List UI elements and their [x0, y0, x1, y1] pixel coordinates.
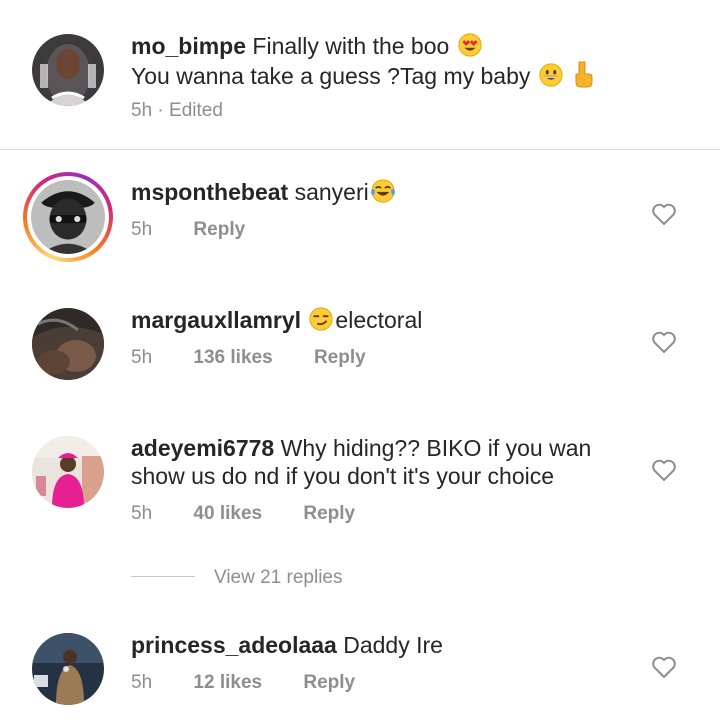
- comment-username[interactable]: msponthebeat: [131, 179, 288, 205]
- comment-time: 5h: [131, 347, 153, 368]
- caption-meta: 5h · Edited: [131, 100, 223, 122]
- avatar-image: [32, 34, 104, 106]
- caption-divider: [0, 149, 720, 150]
- like-heart-icon[interactable]: [651, 655, 677, 679]
- comment-time: 5h: [131, 219, 153, 240]
- avatar-image: [32, 436, 104, 508]
- caption-time: 5h: [131, 100, 153, 121]
- reply-button[interactable]: Reply: [303, 672, 355, 693]
- reply-button[interactable]: Reply: [303, 503, 355, 524]
- comment-meta: 5h 136 likes Reply: [131, 347, 366, 369]
- view-replies-button[interactable]: View 21 replies: [214, 567, 343, 589]
- caption-line-2: You wanna take a guess ?Tag my baby: [131, 60, 595, 94]
- like-heart-icon[interactable]: [651, 330, 677, 354]
- comment-text: Why hiding?? BIKO if you wan: [280, 435, 592, 461]
- comment-meta: 5h 40 likes Reply: [131, 503, 355, 525]
- pointing-down-emoji-icon: [571, 60, 595, 94]
- avatar-image: [32, 308, 104, 380]
- reply-button[interactable]: Reply: [314, 347, 366, 368]
- comment-username[interactable]: princess_adeolaaa: [131, 632, 337, 658]
- comment-meta: 5h Reply: [131, 219, 245, 241]
- comment-meta: 5h 12 likes Reply: [131, 672, 355, 694]
- likes-count[interactable]: 136 likes: [193, 347, 272, 368]
- view-replies-line: [131, 576, 195, 577]
- comment-line: adeyemi6778 Why hiding?? BIKO if you wan: [131, 434, 591, 462]
- comment-avatar[interactable]: [32, 633, 104, 705]
- smirk-emoji-icon: [307, 306, 335, 338]
- caption-username[interactable]: mo_bimpe: [131, 33, 246, 59]
- likes-count[interactable]: 12 likes: [193, 672, 262, 693]
- caption-edited: · Edited: [157, 100, 223, 121]
- comment-time: 5h: [131, 672, 153, 693]
- caption-avatar[interactable]: [32, 34, 104, 106]
- comment-text: Daddy Ire: [343, 632, 443, 658]
- caption-text: Finally with the boo: [252, 33, 450, 59]
- reply-button[interactable]: Reply: [193, 219, 245, 240]
- comment-text-2: show us do nd if you don't it's your cho…: [131, 463, 555, 489]
- comment-username[interactable]: margauxllamryl: [131, 307, 301, 333]
- comment-avatar[interactable]: [32, 308, 104, 380]
- joy-emoji-icon: [369, 178, 397, 210]
- comment-text: electoral: [335, 307, 423, 333]
- comment-avatar-story-ring[interactable]: [23, 172, 113, 262]
- comment-line: princess_adeolaaa Daddy Ire: [131, 631, 443, 659]
- comment-line: msponthebeat sanyeri: [131, 178, 397, 210]
- avatar-image: [32, 633, 104, 705]
- comment-username[interactable]: adeyemi6778: [131, 435, 274, 461]
- grinning-emoji-icon: [537, 62, 565, 94]
- like-heart-icon[interactable]: [651, 458, 677, 482]
- comment-line: margauxllamryl electoral: [131, 306, 422, 338]
- avatar-image: [31, 180, 105, 254]
- like-heart-icon[interactable]: [651, 202, 677, 226]
- caption-text-2: You wanna take a guess ?Tag my baby: [131, 63, 531, 89]
- comment-avatar[interactable]: [32, 436, 104, 508]
- comment-line-2: show us do nd if you don't it's your cho…: [131, 462, 554, 490]
- comment-time: 5h: [131, 503, 153, 524]
- likes-count[interactable]: 40 likes: [193, 503, 262, 524]
- comment-text: sanyeri: [294, 179, 369, 205]
